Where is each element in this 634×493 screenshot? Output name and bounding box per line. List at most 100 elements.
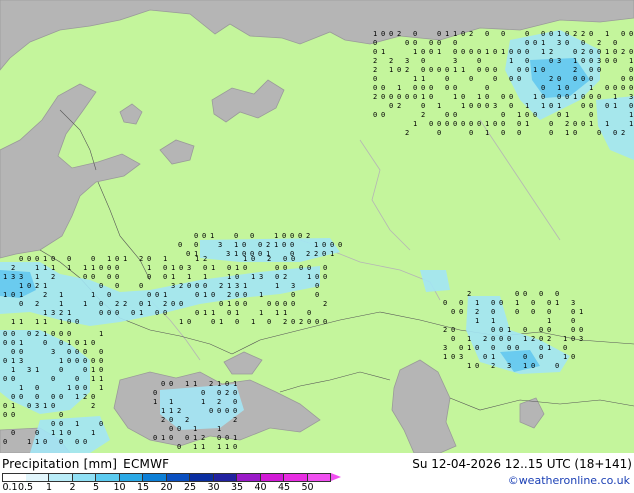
grid-value: 2 — [467, 290, 471, 298]
grid-value: 0 — [381, 84, 385, 92]
grid-value: 0 — [613, 48, 617, 56]
grid-value: 0 — [563, 344, 567, 352]
grid-value: 3 — [171, 282, 175, 290]
grid-value: 1 — [453, 30, 457, 38]
grid-value: 1 — [11, 366, 15, 374]
grid-value: 1 — [225, 443, 229, 451]
grid-value: 0 — [3, 411, 7, 419]
grid-value: 0 — [437, 129, 441, 137]
grid-value: 0 — [589, 111, 593, 119]
grid-value: 0 — [451, 335, 455, 343]
grid-value: 1 — [259, 291, 263, 299]
grid-value: 1 — [491, 317, 495, 325]
grid-value: 1 — [547, 317, 551, 325]
grid-value: 0 — [283, 264, 287, 272]
grid-value: 0 — [475, 362, 479, 370]
grid-value: 3 — [507, 362, 511, 370]
grid-value: 1 — [91, 264, 95, 272]
grid-value: 0 — [533, 111, 537, 119]
grid-value: 1 — [485, 48, 489, 56]
grid-value: 2 — [201, 434, 205, 442]
grid-value: 3 — [597, 57, 601, 65]
grid-value: 0 — [547, 326, 551, 334]
grid-value: 2 — [203, 255, 207, 263]
grid-value: 0 — [315, 273, 319, 281]
grid-value: 1 — [443, 353, 447, 361]
grid-value: 1 — [83, 339, 87, 347]
grid-value: 0 — [75, 339, 79, 347]
grid-value: 0 — [493, 66, 497, 74]
grid-value: 1 — [234, 241, 238, 249]
grid-value: 0 — [493, 75, 497, 83]
grid-value: 0 — [429, 120, 433, 128]
grid-value: 0 — [515, 290, 519, 298]
grid-value: 1 — [187, 273, 191, 281]
grid-value: 2 — [209, 380, 213, 388]
grid-value: 0 — [43, 339, 47, 347]
grid-value: 0 — [235, 291, 239, 299]
grid-value: 0 — [131, 309, 135, 317]
grid-value: 1 — [11, 402, 15, 410]
grid-value: 2 — [163, 300, 167, 308]
grid-value: 0 — [298, 232, 302, 240]
grid-value: 0 — [3, 357, 7, 365]
grid-value: 0 — [597, 66, 601, 74]
grid-value: 1 — [217, 443, 221, 451]
grid-value: 0 — [477, 66, 481, 74]
grid-value: 0 — [597, 48, 601, 56]
grid-value: 0 — [211, 291, 215, 299]
grid-value: 1 — [437, 48, 441, 56]
grid-value: 3 — [291, 282, 295, 290]
grid-value: 2 — [35, 300, 39, 308]
grid-value: 0 — [501, 93, 505, 101]
grid-value: 0 — [501, 120, 505, 128]
legend-tick-label: 45 — [277, 482, 291, 493]
grid-value: 0 — [169, 416, 173, 424]
grid-value: 0 — [381, 30, 385, 38]
grid-value: 1 — [565, 111, 569, 119]
grid-value: 1 — [169, 407, 173, 415]
grid-value: 0 — [437, 66, 441, 74]
grid-value: 1 — [557, 102, 561, 110]
grid-value: 2 — [389, 57, 393, 65]
grid-value: 0 — [565, 84, 569, 92]
grid-value: 1 — [485, 120, 489, 128]
legend-tick-label: 1 — [45, 482, 53, 493]
grid-value: 0 — [315, 282, 319, 290]
grid-value: 0 — [195, 309, 199, 317]
grid-value: 0 — [421, 84, 425, 92]
grid-value: 0 — [477, 48, 481, 56]
grid-value: 0 — [389, 93, 393, 101]
grid-value: 0 — [99, 357, 103, 365]
grid-value: 3 — [226, 250, 230, 258]
grid-value: 1 — [467, 362, 471, 370]
grid-value: 3 — [235, 282, 239, 290]
grid-value: 1 — [43, 309, 47, 317]
grid-value: 0 — [290, 241, 294, 249]
grid-value: 0 — [243, 264, 247, 272]
grid-value: 0 — [51, 255, 55, 263]
grid-value: 0 — [282, 241, 286, 249]
grid-value: 1 — [19, 339, 23, 347]
grid-value: 2 — [225, 389, 229, 397]
grid-value: 1 — [43, 282, 47, 290]
grid-value: 0 — [429, 48, 433, 56]
grid-value: 1 — [217, 380, 221, 388]
grid-value: 0 — [461, 120, 465, 128]
grid-value: 0 — [187, 282, 191, 290]
grid-value: 3 — [51, 309, 55, 317]
grid-value: 0 — [3, 438, 7, 446]
grid-value: 0 — [429, 84, 433, 92]
grid-value: 0 — [115, 273, 119, 281]
grid-value: 2 — [266, 241, 270, 249]
grid-value: 1 — [67, 384, 71, 392]
copyright-link[interactable]: ©weatheronline.co.uk — [508, 474, 630, 487]
grid-value: 0 — [258, 250, 262, 258]
grid-value: 0 — [51, 402, 55, 410]
grid-value: 1 — [235, 309, 239, 317]
grid-value: 0 — [517, 66, 521, 74]
grid-value: 0 — [579, 326, 583, 334]
grid-value: 0 — [299, 264, 303, 272]
legend-tick-label: 0.5 — [17, 482, 34, 493]
grid-value: 0 — [242, 241, 246, 249]
